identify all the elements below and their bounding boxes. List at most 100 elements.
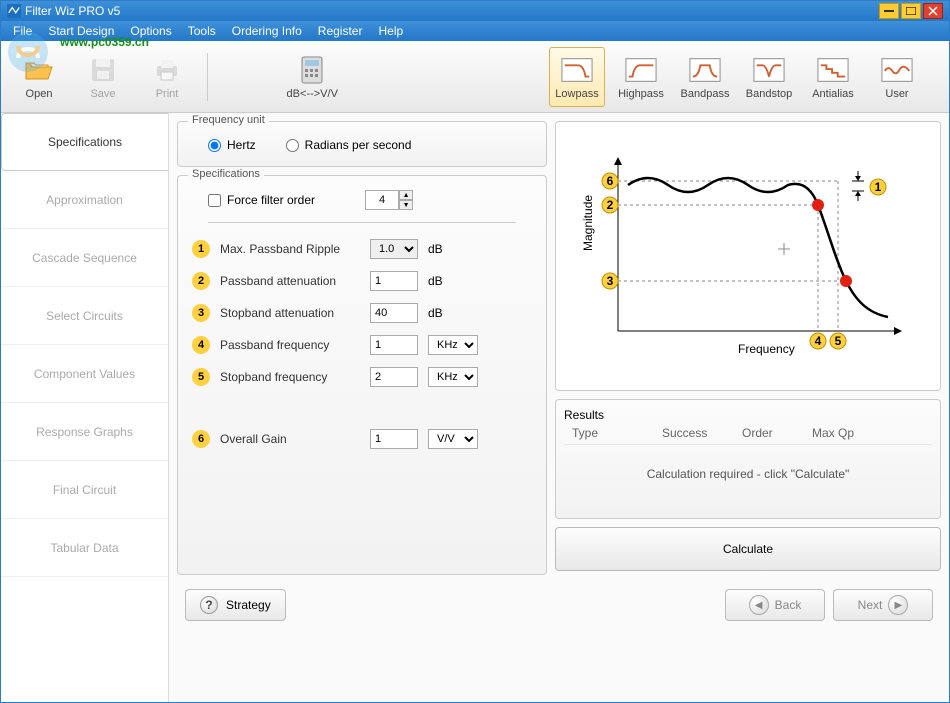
spec-value-2[interactable] [370,271,418,291]
antialias-button[interactable]: Antialias [805,47,861,107]
spec-label-1: Max. Passband Ripple [220,242,360,256]
radio-hertz-input[interactable] [208,139,221,152]
spec-num-1: 1 [192,240,210,258]
sidebar-item-component-values[interactable]: Component Values [1,345,168,403]
maximize-button[interactable] [901,3,921,19]
spec-row-5: 5 Stopband frequency KHz [188,361,536,393]
menu-file[interactable]: File [5,22,40,40]
spec-row-3: 3 Stopband attenuation dB [188,297,536,329]
menu-options[interactable]: Options [122,22,179,40]
antialias-icon [817,54,849,86]
spec-row-gain: 6 Overall Gain V/V [188,423,536,455]
spec-label-3: Stopband attenuation [220,306,360,320]
lowpass-diagram: Magnitude Frequency [568,134,928,378]
maximize-icon [906,7,916,15]
results-col-order: Order [742,426,812,440]
sidebar-item-specifications[interactable]: Specifications [1,113,168,171]
user-icon [881,54,913,86]
stepper-down[interactable]: ▼ [399,200,413,210]
highpass-icon [625,54,657,86]
sidebar-item-tabular-data[interactable]: Tabular Data [1,519,168,577]
sidebar-item-approximation[interactable]: Approximation [1,171,168,229]
question-icon: ? [200,596,218,614]
sidebar-item-cascade-sequence[interactable]: Cascade Sequence [1,229,168,287]
spec-value-1[interactable]: 1.0 [370,239,418,259]
spec-num-6: 6 [192,430,210,448]
spec-label-2: Passband attenuation [220,274,360,288]
spec-unit-gain[interactable]: V/V [428,429,478,449]
filter-order-value[interactable] [365,190,399,210]
antialias-label: Antialias [812,88,854,100]
print-icon [151,54,183,86]
force-filter-order-checkbox[interactable]: Force filter order [208,193,315,207]
radio-radians-input[interactable] [286,139,299,152]
toolbar: Open Save Print dB<-->V/V Lowpass Highpa… [1,41,949,113]
open-button[interactable]: Open [11,47,67,107]
spec-row-2: 2 Passband attenuation dB [188,265,536,297]
radio-hertz[interactable]: Hertz [208,138,256,152]
main-panel: Frequency unit Hertz Radians per second … [169,113,949,702]
bandstop-icon [753,54,785,86]
window-title: Filter Wiz PRO v5 [25,4,120,18]
minimize-button[interactable] [879,3,899,19]
db-vv-label: dB<-->V/V [287,88,338,100]
back-button[interactable]: ◀ Back [725,589,825,621]
bandpass-label: Bandpass [681,88,730,100]
lowpass-label: Lowpass [555,88,598,100]
next-button[interactable]: Next ▶ [833,589,933,621]
menu-register[interactable]: Register [310,22,371,40]
db-vv-button[interactable]: dB<-->V/V [284,47,340,107]
calculator-icon [296,54,328,86]
user-button[interactable]: User [869,47,925,107]
bandpass-button[interactable]: Bandpass [677,47,733,107]
bandstop-button[interactable]: Bandstop [741,47,797,107]
menu-start-design[interactable]: Start Design [40,22,122,40]
highpass-button[interactable]: Highpass [613,47,669,107]
print-button: Print [139,47,195,107]
results-col-success: Success [662,426,742,440]
spec-row-1: 1 Max. Passband Ripple 1.0 dB [188,233,536,265]
open-icon [23,54,55,86]
spec-value-5[interactable] [370,367,418,387]
spec-unit-5[interactable]: KHz [428,367,478,387]
content-area: Specifications Approximation Cascade Seq… [1,113,949,702]
results-legend: Results [564,408,932,422]
radio-radians[interactable]: Radians per second [286,138,412,152]
calculate-button[interactable]: Calculate [555,527,941,571]
menu-tools[interactable]: Tools [180,22,224,40]
spec-value-4[interactable] [370,335,418,355]
menu-help[interactable]: Help [370,22,411,40]
svg-text:3: 3 [607,274,614,288]
frequency-unit-legend: Frequency unit [188,114,269,126]
sidebar-item-response-graphs[interactable]: Response Graphs [1,403,168,461]
results-group: Results Type Success Order Max Qp Calcul… [555,399,941,519]
spec-num-4: 4 [192,336,210,354]
app-icon [7,4,21,18]
svg-text:6: 6 [607,174,614,188]
spec-unit-2: dB [428,274,468,288]
frequency-unit-group: Frequency unit Hertz Radians per second [177,121,547,167]
spec-num-5: 5 [192,368,210,386]
save-icon [87,54,119,86]
spec-unit-4[interactable]: KHz [428,335,478,355]
sidebar-item-select-circuits[interactable]: Select Circuits [1,287,168,345]
save-button: Save [75,47,131,107]
spec-value-3[interactable] [370,303,418,323]
strategy-button[interactable]: ? Strategy [185,589,286,621]
spec-row-4: 4 Passband frequency KHz [188,329,536,361]
print-label: Print [156,88,179,100]
user-label: User [885,88,908,100]
spec-label-4: Passband frequency [220,338,360,352]
results-col-maxqp: Max Qp [812,426,882,440]
svg-text:Magnitude: Magnitude [581,195,595,251]
lowpass-icon [561,54,593,86]
stepper-up[interactable]: ▲ [399,190,413,200]
spec-value-gain[interactable] [370,429,418,449]
force-filter-order-input[interactable] [208,194,221,207]
menu-ordering-info[interactable]: Ordering Info [224,22,310,40]
sidebar: Specifications Approximation Cascade Seq… [1,113,169,702]
close-button[interactable] [923,3,943,19]
lowpass-button[interactable]: Lowpass [549,47,605,107]
sidebar-item-final-circuit[interactable]: Final Circuit [1,461,168,519]
filter-order-stepper[interactable]: ▲ ▼ [365,190,413,210]
